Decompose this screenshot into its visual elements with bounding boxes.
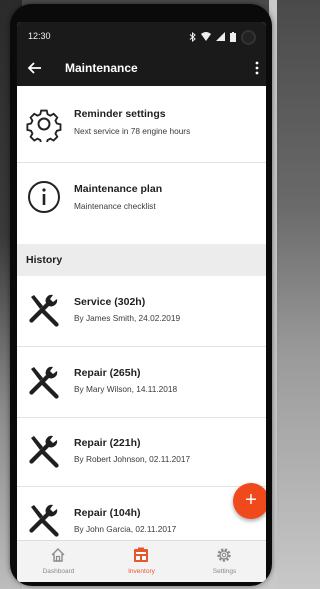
item-title: Service (302h) xyxy=(74,296,146,308)
add-button[interactable]: + xyxy=(233,483,266,519)
nav-item-settings[interactable]: Settings xyxy=(183,541,266,582)
status-time: 12:30 xyxy=(28,31,51,41)
history-item[interactable]: Repair (104h) By John Garcia, 02.11.2017 xyxy=(17,487,266,540)
wrench-tools-icon xyxy=(26,293,62,329)
signal-icon xyxy=(216,32,225,43)
item-title: Repair (265h) xyxy=(74,367,141,379)
back-arrow-icon[interactable] xyxy=(27,60,43,76)
app-bar: Maintenance xyxy=(17,50,266,86)
history-item[interactable]: Repair (265h) By Mary Wilson, 14.11.2018 xyxy=(17,347,266,417)
status-icons xyxy=(189,30,256,45)
wrench-tools-icon xyxy=(26,365,62,401)
history-item[interactable]: Repair (221h) By Robert Johnson, 02.11.2… xyxy=(17,418,266,486)
nav-label: Inventory xyxy=(128,568,155,575)
wrench-tools-icon xyxy=(26,434,62,470)
bluetooth-icon xyxy=(189,31,196,44)
item-title: Maintenance plan xyxy=(74,183,163,195)
list-item-reminder-settings[interactable]: Reminder settings Next service in 78 eng… xyxy=(17,86,266,162)
item-title: Repair (221h) xyxy=(74,437,141,449)
nav-label: Settings xyxy=(212,568,237,575)
bottom-navigation: Dashboard Inventory Settings xyxy=(17,540,266,582)
wrench-tools-icon xyxy=(26,503,62,539)
info-icon xyxy=(26,179,62,215)
section-title: History xyxy=(26,254,63,266)
more-vert-icon[interactable] xyxy=(254,59,260,77)
history-section-header: History xyxy=(17,244,266,276)
status-bar: 12:30 xyxy=(17,22,266,50)
page-title: Maintenance xyxy=(65,61,138,75)
item-subtitle: Next service in 78 engine hours xyxy=(74,126,191,136)
item-subtitle: By Robert Johnson, 02.11.2017 xyxy=(74,454,191,464)
home-icon xyxy=(50,547,66,563)
item-title: Repair (104h) xyxy=(74,507,141,519)
item-subtitle: By Mary Wilson, 14.11.2018 xyxy=(74,384,178,394)
item-subtitle: Maintenance checklist xyxy=(74,201,156,211)
camera-icon xyxy=(241,30,256,45)
item-subtitle: By James Smith, 24.02.2019 xyxy=(74,313,181,323)
gear-icon xyxy=(216,547,232,563)
nav-label: Dashboard xyxy=(42,568,75,575)
battery-icon xyxy=(230,31,236,44)
app-screen: 12:30 Maintenance Reminder settings Next… xyxy=(17,22,266,582)
item-subtitle: By John Garcia, 02.11.2017 xyxy=(74,524,177,534)
gear-icon xyxy=(26,106,62,145)
history-item[interactable]: Service (302h) By James Smith, 24.02.201… xyxy=(17,276,266,346)
phone-frame: 12:30 Maintenance Reminder settings Next… xyxy=(10,4,272,586)
item-title: Reminder settings xyxy=(74,108,166,120)
wifi-icon xyxy=(201,32,211,43)
inventory-icon xyxy=(133,547,149,563)
list-item-maintenance-plan[interactable]: Maintenance plan Maintenance checklist xyxy=(17,163,266,235)
nav-item-dashboard[interactable]: Dashboard xyxy=(17,541,100,582)
nav-item-inventory[interactable]: Inventory xyxy=(100,541,183,582)
